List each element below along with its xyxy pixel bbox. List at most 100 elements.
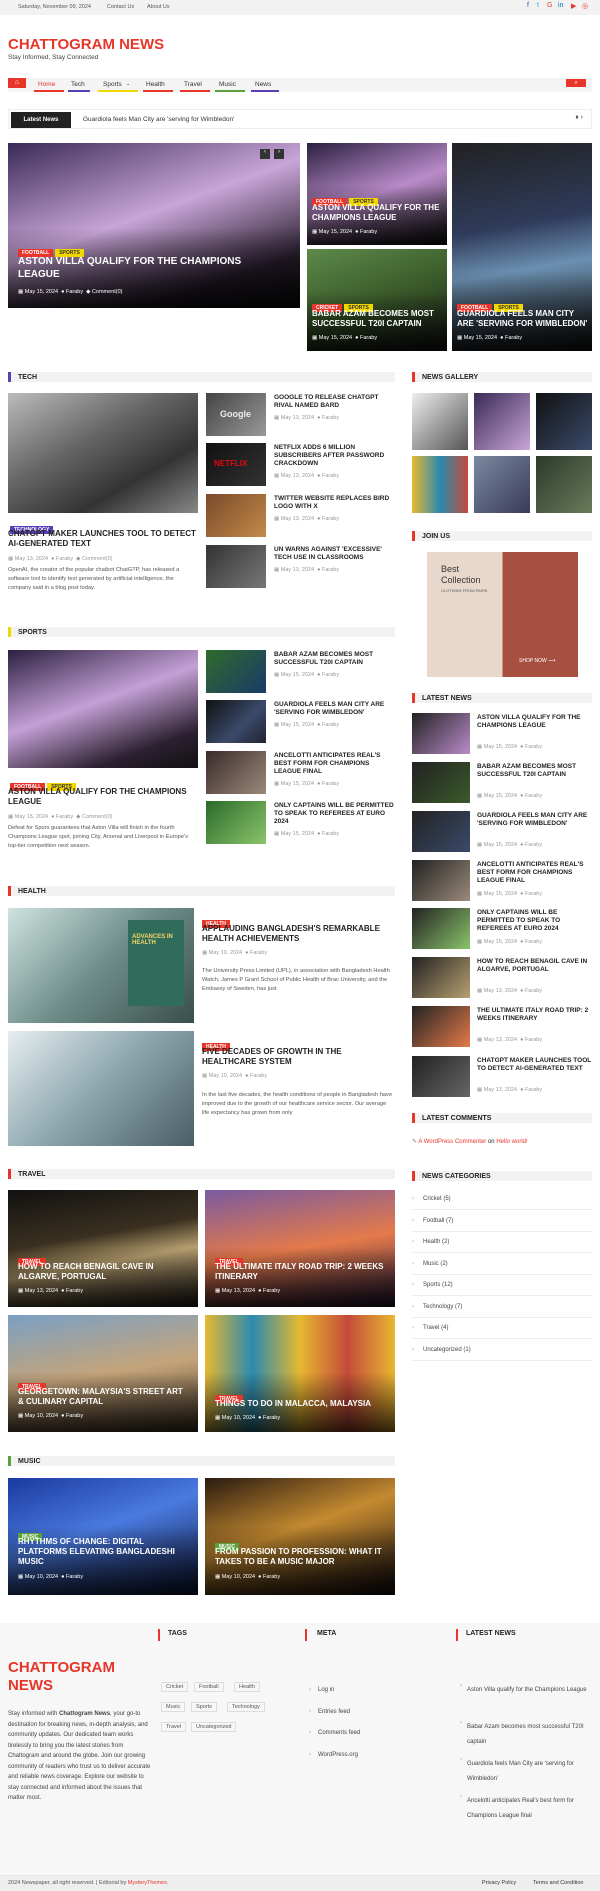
category-link[interactable]: Football (7) (423, 1218, 453, 1224)
card-title[interactable]: FROM PASSION TO PROFESSION: WHAT IT TAKE… (215, 1547, 385, 1567)
travel-card[interactable]: TRAVEL HOW TO REACH BENAGIL CAVE IN ALGA… (8, 1190, 198, 1307)
post-author[interactable]: Faraby (66, 1288, 83, 1294)
post-title[interactable]: UN WARNS AGAINST 'EXCESSIVE' TECH USE IN… (274, 546, 394, 562)
post-author[interactable]: Faraby (56, 814, 73, 820)
post-author[interactable]: Faraby (322, 415, 339, 421)
post-thumb[interactable] (412, 908, 470, 949)
tag-link[interactable]: Uncategorized (191, 1722, 237, 1732)
footer-latest-link[interactable]: Aston Villa qualify for the Champions Le… (467, 1683, 592, 1698)
post-comments[interactable]: Comment(0) (92, 289, 123, 295)
card-title[interactable]: ASTON VILLA QUALIFY FOR THE CHAMPIONS LE… (312, 203, 442, 223)
post-image[interactable]: ADVANCES IN HEALTH (8, 908, 194, 1023)
post-title[interactable]: HOW TO REACH BENAGIL CAVE IN ALGARVE, PO… (477, 958, 592, 974)
ad-banner[interactable]: Best Collection CLOTHING FROM PARIS SHOP… (427, 552, 578, 677)
post-title[interactable]: THE ULTIMATE ITALY ROAD TRIP: 2 WEEKS IT… (477, 1007, 592, 1023)
nav-health[interactable]: Health (146, 81, 165, 88)
post-thumb[interactable] (206, 801, 266, 844)
post-thumb[interactable] (412, 811, 470, 852)
nav-tech[interactable]: Tech (71, 81, 85, 88)
travel-card[interactable]: TRAVEL THINGS TO DO IN MALACCA, MALAYSIA… (205, 1315, 395, 1432)
linkedin-icon[interactable]: in (558, 2, 563, 9)
about-us-link[interactable]: About Us (147, 4, 170, 10)
nav-news[interactable]: News (255, 81, 271, 88)
travel-card[interactable]: TRAVEL THE ULTIMATE ITALY ROAD TRIP: 2 W… (205, 1190, 395, 1307)
card-title[interactable]: HOW TO REACH BENAGIL CAVE IN ALGARVE, PO… (18, 1262, 188, 1282)
category-link[interactable]: Travel (4) (423, 1325, 448, 1331)
post-title[interactable]: ASTON VILLA QUALIFY FOR THE CHAMPIONS LE… (8, 787, 198, 807)
meta-link[interactable]: Comments feed (318, 1730, 360, 1736)
theme-link[interactable]: MysteryThemes. (128, 1880, 169, 1886)
post-title[interactable]: BABAR AZAM BECOMES MOST SUCCESSFUL T20I … (477, 763, 592, 779)
post-author[interactable]: Faraby (505, 335, 522, 341)
home-icon[interactable]: ⌂ (8, 78, 26, 88)
card-title[interactable]: GUARDIOLA FEELS MAN CITY ARE 'SERVING FO… (457, 309, 589, 329)
gallery-image[interactable] (474, 456, 530, 513)
footer-latest-link[interactable]: Guardiola feels Man City are 'serving fo… (467, 1757, 592, 1787)
post-author[interactable]: Faraby (322, 831, 339, 837)
post-author[interactable]: Faraby (525, 988, 542, 994)
nav-home[interactable]: Home (38, 81, 55, 88)
post-image[interactable] (8, 393, 198, 513)
nav-travel[interactable]: Travel (184, 81, 202, 88)
contact-us-link[interactable]: Contact Us (107, 4, 134, 10)
post-thumb[interactable] (412, 860, 470, 901)
nav-music[interactable]: Music (219, 81, 236, 88)
post-author[interactable]: Faraby (525, 842, 542, 848)
post-title[interactable]: NETFLIX ADDS 6 MILLION SUBSCRIBERS AFTER… (274, 444, 394, 468)
post-author[interactable]: Faraby (250, 950, 267, 956)
post-image[interactable] (8, 1031, 194, 1146)
post-author[interactable]: Faraby (525, 1037, 542, 1043)
post-author[interactable]: Faraby (250, 1073, 267, 1079)
post-author[interactable]: Faraby (66, 1574, 83, 1580)
post-thumb[interactable] (412, 713, 470, 754)
comment-author-link[interactable]: A WordPress Commenter (418, 1139, 486, 1145)
post-thumb[interactable] (206, 751, 266, 794)
comment-post-link[interactable]: Hello world! (496, 1139, 527, 1145)
hero-side-card[interactable]: CRICKET SPORTS BABAR AZAM BECOMES MOST SU… (307, 249, 447, 351)
chevron-down-icon[interactable]: ⌄ (126, 81, 130, 87)
post-title[interactable]: FIVE DECADES OF GROWTH IN THE HEALTHCARE… (202, 1047, 392, 1067)
ticker-arrows-icon[interactable]: ⏸ › (575, 114, 583, 122)
category-link[interactable]: Music (2) (423, 1261, 448, 1267)
post-author[interactable]: Faraby (525, 891, 542, 897)
slider-prev-icon[interactable]: ‹ (260, 149, 270, 159)
post-author[interactable]: Faraby (525, 793, 542, 799)
post-author[interactable]: Faraby (56, 556, 73, 562)
card-title[interactable]: THINGS TO DO IN MALACCA, MALAYSIA (215, 1399, 385, 1409)
category-link[interactable]: Uncategorized (1) (423, 1347, 471, 1353)
facebook-icon[interactable]: f (527, 2, 529, 9)
hero-side-card[interactable]: FOOTBALL SPORTS GUARDIOLA FEELS MAN CITY … (452, 143, 592, 351)
post-title[interactable]: ONLY CAPTAINS WILL BE PERMITTED TO SPEAK… (274, 802, 394, 826)
tag-link[interactable]: Health (234, 1682, 260, 1692)
post-thumb[interactable] (412, 762, 470, 803)
instagram-icon[interactable]: ◎ (582, 2, 588, 10)
twitter-icon[interactable]: t (537, 2, 539, 9)
meta-link[interactable]: WordPress.org (318, 1752, 358, 1758)
post-comments[interactable]: Comment(0) (82, 556, 113, 562)
meta-link[interactable]: Log in (318, 1687, 334, 1693)
post-author[interactable]: Faraby (322, 781, 339, 787)
post-title[interactable]: ANCELOTTI ANTICIPATES REAL'S BEST FORM F… (274, 752, 394, 776)
post-author[interactable]: Faraby (322, 567, 339, 573)
category-link[interactable]: Technology (7) (423, 1304, 462, 1310)
footer-latest-link[interactable]: Babar Azam becomes most successful T20I … (467, 1720, 592, 1750)
card-title[interactable]: RHYTHMS OF CHANGE: DIGITAL PLATFORMS ELE… (18, 1537, 188, 1567)
post-title[interactable]: CHATGPT MAKER LAUNCHES TOOL TO DETECT AI… (8, 529, 198, 549)
post-author[interactable]: Faraby (360, 229, 377, 235)
post-title[interactable]: APPLAUDING BANGLADESH'S REMARKABLE HEALT… (202, 924, 392, 944)
hero-title[interactable]: ASTON VILLA QUALIFY FOR THE CHAMPIONS LE… (18, 255, 268, 281)
post-title[interactable]: GUARDIOLA FEELS MAN CITY ARE 'SERVING FO… (477, 812, 592, 828)
post-title[interactable]: GOOGLE TO RELEASE CHATGPT RIVAL NAMED BA… (274, 394, 394, 410)
privacy-policy-link[interactable]: Privacy Policy (482, 1880, 516, 1886)
post-thumb[interactable] (412, 957, 470, 998)
post-author[interactable]: Faraby (66, 289, 83, 295)
post-title[interactable]: BABAR AZAM BECOMES MOST SUCCESSFUL T20I … (274, 651, 394, 667)
search-icon[interactable]: ⌕ (566, 79, 586, 87)
tag-link[interactable]: Sports (191, 1702, 217, 1712)
post-thumb[interactable] (206, 700, 266, 743)
post-thumb[interactable] (206, 650, 266, 693)
post-author[interactable]: Faraby (66, 1413, 83, 1419)
tag-link[interactable]: Music (161, 1702, 186, 1712)
music-card[interactable]: MUSIC FROM PASSION TO PROFESSION: WHAT I… (205, 1478, 395, 1595)
post-thumb[interactable] (412, 1056, 470, 1097)
